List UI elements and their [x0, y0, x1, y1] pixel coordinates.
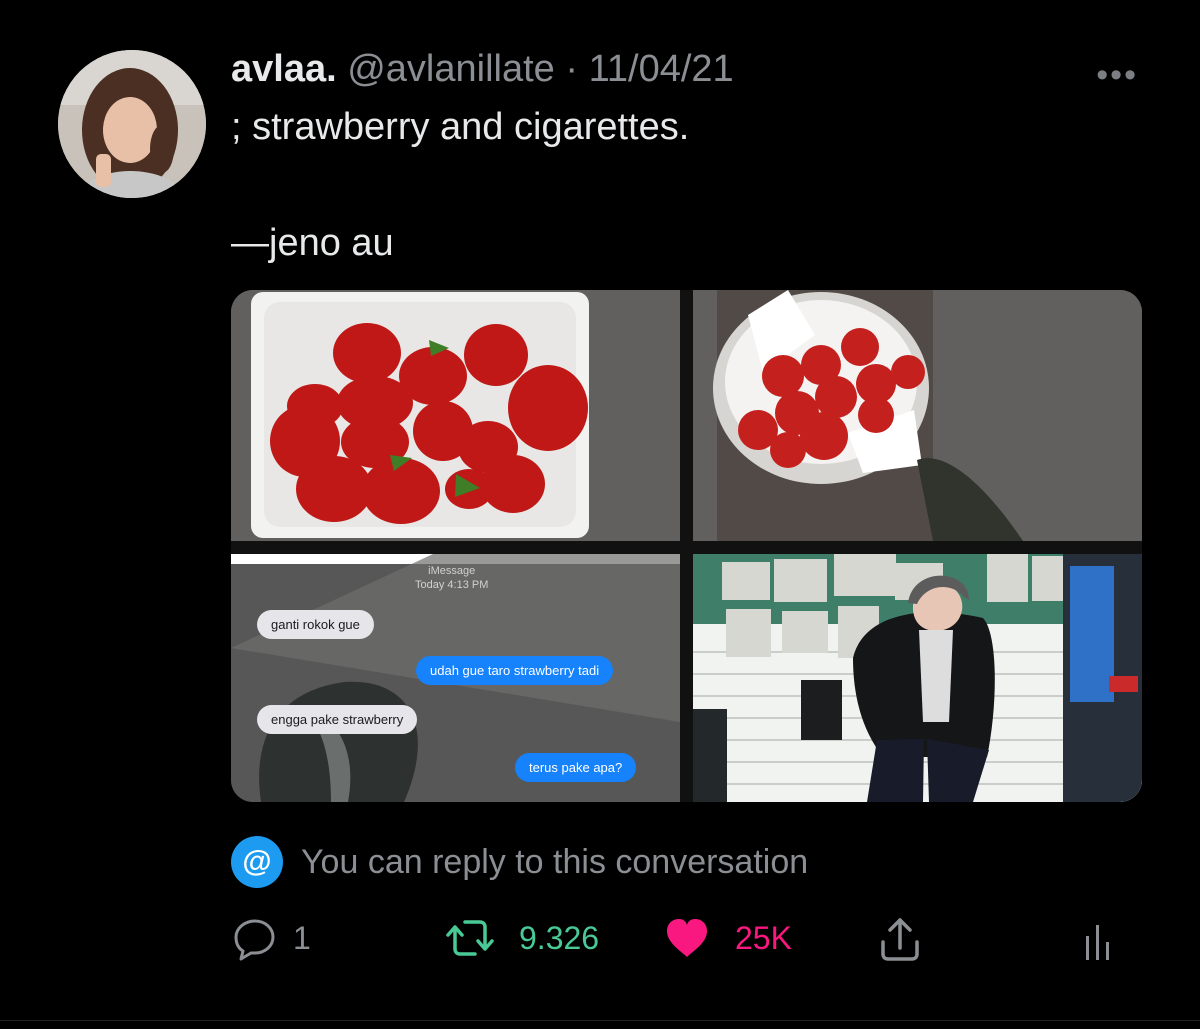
media-image-person-photo[interactable] [693, 554, 1142, 802]
user-handle[interactable]: @avlanillate [347, 48, 555, 90]
retweet-count: 9.326 [519, 919, 600, 956]
retweet-button[interactable]: 9.326 [443, 914, 599, 962]
reply-restriction-notice: @ You can reply to this conversation [231, 836, 808, 888]
tweet-header: avlaa. @avlanillate · 11/04/21 [231, 46, 734, 92]
media-image-strawberries-bowl[interactable] [693, 290, 1142, 541]
tweet-text-line2: —jeno au [231, 222, 394, 264]
tweet-divider [0, 1020, 1200, 1021]
chat-header: iMessage Today 4:13 PM [415, 564, 488, 592]
chat-bubble-received: engga pake strawberry [257, 705, 418, 734]
reply-icon [231, 914, 279, 962]
media-image-chat-screenshot[interactable]: iMessage Today 4:13 PM ganti rokok gue u… [231, 554, 680, 802]
retweet-icon [443, 914, 497, 962]
reply-notice-text: You can reply to this conversation [301, 842, 809, 881]
like-button[interactable]: 25K [663, 914, 792, 962]
chat-bubble-sent: terus pake apa? [515, 753, 637, 782]
display-name[interactable]: avlaa. [231, 48, 337, 90]
chat-service-label: iMessage [428, 565, 476, 577]
chat-bubble-sent: udah gue taro strawberry tadi [416, 656, 614, 685]
tweet-date[interactable]: 11/04/21 [589, 48, 734, 90]
more-options-icon[interactable]: ••• [1096, 56, 1138, 95]
tweet-actions: 1 9.326 25K [231, 914, 1121, 964]
at-icon: @ [231, 836, 283, 888]
like-count: 25K [735, 919, 792, 956]
analytics-icon [1083, 916, 1113, 962]
media-image-strawberries-box[interactable] [231, 290, 680, 541]
media-grid[interactable]: iMessage Today 4:13 PM ganti rokok gue u… [231, 290, 1142, 802]
chat-bubble-received: ganti rokok gue [257, 610, 374, 639]
share-button[interactable] [875, 914, 925, 964]
share-icon [875, 914, 925, 964]
tweet-text-line1: ; strawberry and cigarettes. [231, 106, 690, 148]
chat-time-label: Today 4:13 PM [415, 579, 489, 591]
reply-button[interactable]: 1 [231, 914, 311, 962]
analytics-button[interactable] [1083, 916, 1113, 962]
separator-dot: · [565, 48, 579, 90]
reply-count: 1 [293, 919, 311, 956]
avatar[interactable] [58, 50, 206, 198]
heart-icon [663, 914, 711, 962]
